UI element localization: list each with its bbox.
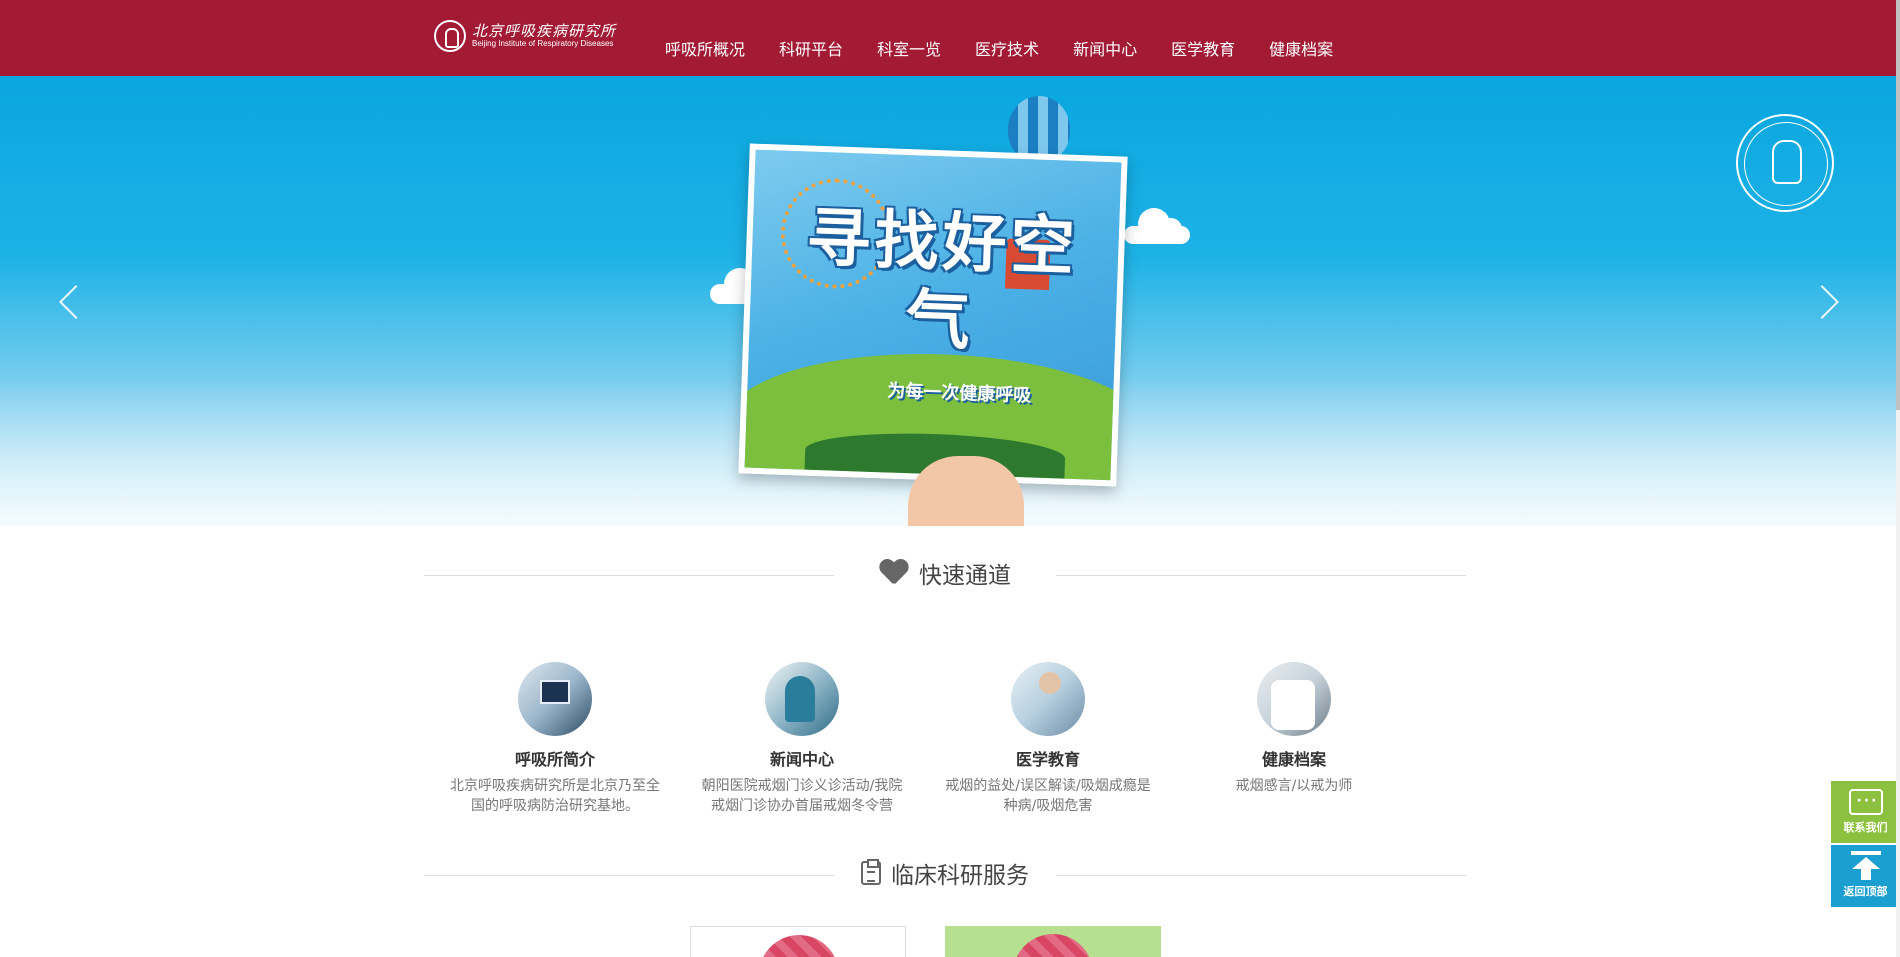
arrow-up-icon — [1849, 851, 1883, 880]
back-to-top-button[interactable]: 返回顶部 — [1831, 845, 1900, 907]
doctors-photo-avatar[interactable] — [518, 662, 592, 736]
quick-card-education[interactable]: 医学教育 戒烟的益处/误区解读/吸烟成瘾是种病/吸烟危害 — [943, 662, 1153, 816]
banner-title: 寻找好空气 — [805, 201, 1080, 360]
quick-card-title[interactable]: 健康档案 — [1189, 746, 1399, 770]
nurse-photo-avatar[interactable] — [765, 662, 839, 736]
site-logo[interactable]: 北京呼吸疾病研究所 Beijing Institute of Respirato… — [434, 16, 634, 56]
banner-subtitle: 为每一次健康呼吸 — [886, 380, 1032, 407]
clinical-service-thumb[interactable] — [690, 926, 906, 957]
nav-item-news[interactable]: 新闻中心 — [1056, 36, 1154, 60]
scrollbar-thumb[interactable] — [1896, 0, 1900, 410]
quick-card-title[interactable]: 医学教育 — [943, 746, 1153, 770]
quick-card-news[interactable]: 新闻中心 朝阳医院戒烟门诊义诊活动/我院戒烟门诊协办首届戒烟冬令营 — [697, 662, 907, 816]
nav-item-medical-tech[interactable]: 医疗技术 — [958, 36, 1056, 60]
quick-card-desc: 朝阳医院戒烟门诊义诊活动/我院戒烟门诊协办首届戒烟冬令营 — [701, 778, 903, 814]
nav-item-health-records[interactable]: 健康档案 — [1252, 36, 1350, 60]
institute-seal-badge — [1736, 114, 1834, 212]
hero-banner: 寻找好空气 为每一次健康呼吸 — [0, 76, 1900, 526]
nav-item-education[interactable]: 医学教育 — [1154, 36, 1252, 60]
logo-seal-icon — [434, 20, 466, 52]
main-nav: 呼吸所概况 科研平台 科室一览 医疗技术 新闻中心 医学教育 健康档案 — [645, 36, 1350, 60]
chat-bubble-icon — [1848, 789, 1883, 815]
lung-illustration — [759, 935, 839, 957]
clipboard-icon — [861, 859, 881, 885]
quick-card-health-records[interactable]: 健康档案 戒烟感言/以戒为师 — [1189, 662, 1399, 796]
nav-item-overview[interactable]: 呼吸所概况 — [645, 36, 762, 60]
quick-card-desc: 戒烟感言/以戒为师 — [1235, 778, 1353, 794]
quick-card-title[interactable]: 新闻中心 — [697, 746, 907, 770]
section-title: 快速通道 — [919, 563, 1011, 589]
nav-item-departments[interactable]: 科室一览 — [860, 36, 958, 60]
clinical-research-heading: 临床科研服务 — [424, 856, 1466, 896]
quick-access-heading: 快速通道 — [424, 556, 1466, 596]
cloud-illustration — [1124, 208, 1190, 244]
quick-card-title[interactable]: 呼吸所简介 — [450, 746, 660, 770]
clinical-service-thumb[interactable] — [945, 926, 1161, 957]
banner-poster[interactable]: 寻找好空气 为每一次健康呼吸 — [738, 143, 1128, 487]
logo-chinese-name: 北京呼吸疾病研究所 — [472, 21, 617, 40]
nav-item-research-platform[interactable]: 科研平台 — [762, 36, 860, 60]
contact-us-button[interactable]: 联系我们 — [1831, 781, 1900, 843]
doctor-tablet-photo-avatar[interactable] — [1257, 662, 1331, 736]
page-scrollbar[interactable] — [1896, 0, 1900, 957]
section-title: 临床科研服务 — [891, 863, 1029, 889]
quick-card-desc: 戒烟的益处/误区解读/吸烟成瘾是种病/吸烟危害 — [945, 778, 1151, 814]
quick-card-intro[interactable]: 呼吸所简介 北京呼吸疾病研究所是北京乃至全国的呼吸病防治研究基地。 — [450, 662, 660, 816]
quick-card-desc: 北京呼吸疾病研究所是北京乃至全国的呼吸病防治研究基地。 — [450, 778, 660, 814]
lung-illustration — [1013, 934, 1093, 957]
chevron-right-icon[interactable] — [1812, 280, 1842, 320]
logo-english-name: Beijing Institute of Respiratory Disease… — [472, 38, 614, 48]
heart-pulse-icon — [879, 560, 909, 586]
researcher-photo-avatar[interactable] — [1011, 662, 1085, 736]
back-to-top-label: 返回顶部 — [1843, 885, 1888, 898]
chevron-left-icon[interactable] — [52, 280, 82, 320]
contact-us-label: 联系我们 — [1843, 821, 1888, 834]
site-header: 北京呼吸疾病研究所 Beijing Institute of Respirato… — [0, 0, 1900, 76]
